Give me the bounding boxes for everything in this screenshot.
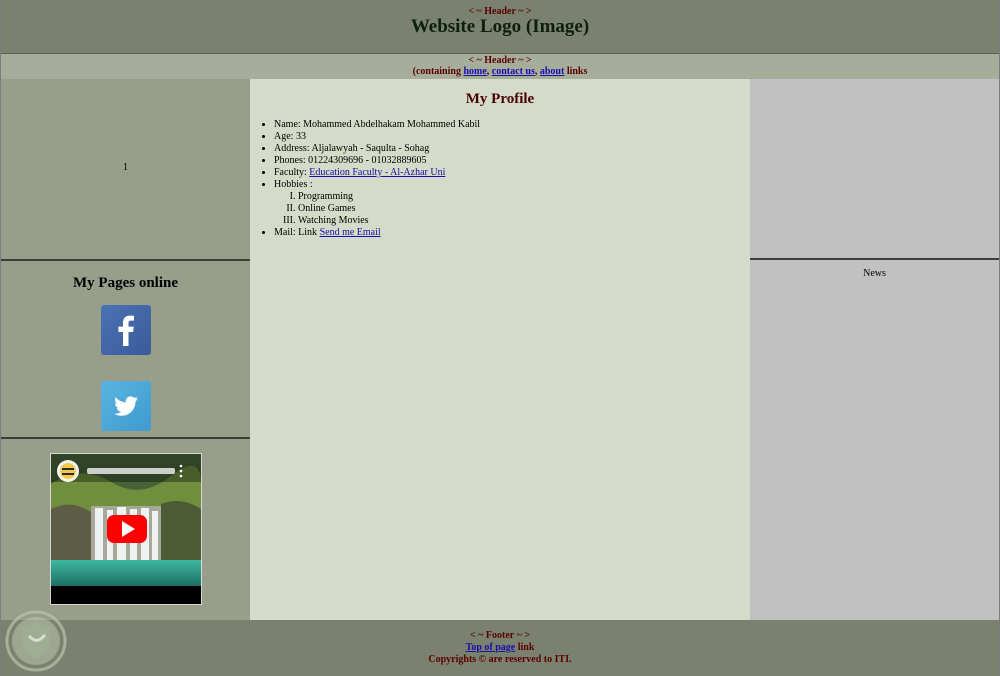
website-logo: Website Logo (Image) <box>410 16 590 37</box>
right-cell-top <box>750 79 999 260</box>
hobby-item: Online Games <box>298 203 480 215</box>
social-pages-section: My Pages online <box>1 261 250 439</box>
left-sidebar: 1 My Pages online <box>1 79 250 620</box>
faculty-label: Faculty: <box>274 167 310 178</box>
left-cell-1: 1 <box>1 79 250 261</box>
shield-watermark-icon <box>5 610 67 672</box>
profile-name: Name: Mohammed Abdelhakam Mohammed Kabil <box>274 119 480 131</box>
footer-tag: < ~ Footer ~ > <box>470 630 530 641</box>
nav-prefix: (containing <box>412 66 464 77</box>
send-email-link[interactable]: Send me Email <box>320 227 381 238</box>
right-sidebar: News <box>750 79 999 620</box>
hobbies-label: Hobbies : <box>274 179 313 190</box>
profile-title: My Profile <box>465 91 535 107</box>
header-nav-bar: < ~ Header ~ > (containing home, contact… <box>1 54 999 79</box>
hobbies-list: Programming Online Games Watching Movies <box>274 191 480 227</box>
nav-suffix: links <box>564 66 588 77</box>
twitter-icon[interactable] <box>101 381 151 431</box>
faculty-link[interactable]: Education Faculty - Al-Azhar Uni <box>309 167 445 178</box>
twitter-glyph <box>114 396 138 416</box>
header-logo-bar: < ~ Header ~ > Website Logo (Image) <box>1 0 999 54</box>
contact-us-link[interactable]: contact us <box>492 66 535 77</box>
mail-label: Mail: Link <box>274 227 320 238</box>
profile-faculty: Faculty: Education Faculty - Al-Azhar Un… <box>274 167 480 179</box>
copyright-text: Copyrights © are reserved to ITI. <box>428 654 572 665</box>
home-link[interactable]: home <box>463 66 486 77</box>
footer-top-line: Top of page link <box>1 642 999 653</box>
top-suffix: link <box>515 642 535 653</box>
top-of-page-link[interactable]: Top of page <box>466 642 516 653</box>
cell-number: 1 <box>123 162 128 173</box>
facebook-glyph <box>118 315 134 346</box>
social-title: My Pages online <box>73 275 178 291</box>
nav-tag: < ~ Header ~ > <box>468 55 532 66</box>
profile-list: Name: Mohammed Abdelhakam Mohammed Kabil… <box>250 119 480 239</box>
profile-phones: Phones: 01224309696 - 01032889605 <box>274 155 480 167</box>
nav-links: (containing home, contact us, about link… <box>1 66 999 77</box>
footer: < ~ Footer ~ > Top of page link Copyrigh… <box>1 620 999 676</box>
about-link[interactable]: about <box>540 66 564 77</box>
profile-age: Age: 33 <box>274 131 480 143</box>
facebook-icon[interactable] <box>101 305 151 355</box>
page: < ~ Header ~ > Website Logo (Image) < ~ … <box>0 0 1000 676</box>
youtube-embed[interactable] <box>50 453 202 605</box>
video-thumbnail <box>51 454 201 604</box>
profile-mail: Mail: Link Send me Email <box>274 227 480 239</box>
profile-hobbies: Hobbies : Programming Online Games Watch… <box>274 179 480 227</box>
hobby-item: Watching Movies <box>298 215 480 227</box>
main-content: My Profile Name: Mohammed Abdelhakam Moh… <box>250 79 750 620</box>
hobby-item: Programming <box>298 191 480 203</box>
news-label: News <box>863 268 886 279</box>
profile-address: Address: Aljalawyah - Saqulta - Sohag <box>274 143 480 155</box>
video-section <box>1 439 250 620</box>
